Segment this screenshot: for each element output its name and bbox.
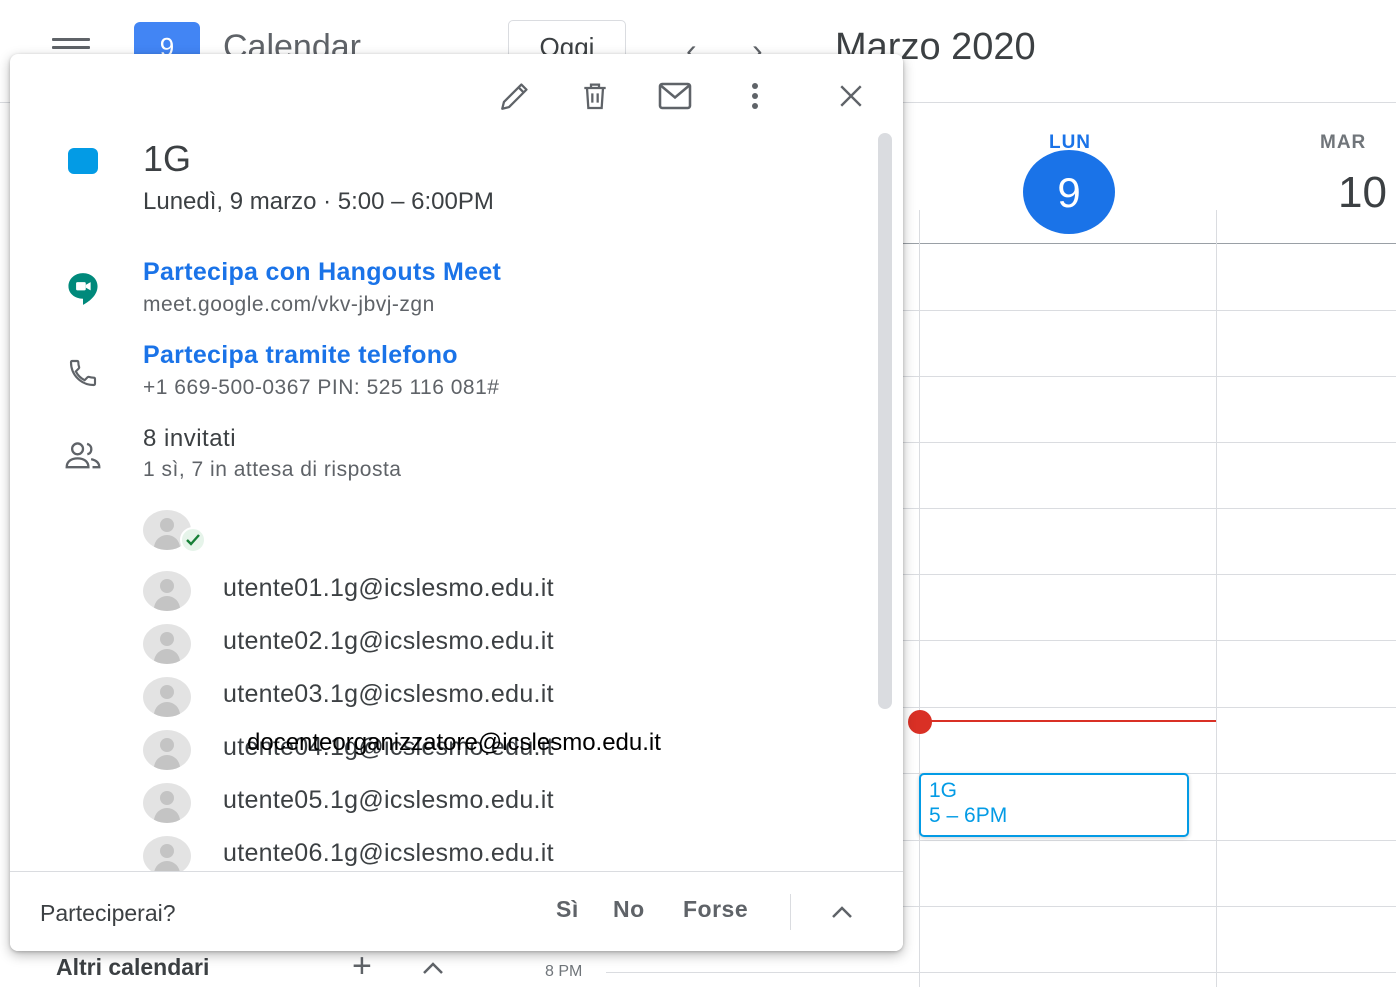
delete-icon[interactable]: [575, 76, 615, 116]
collapse-other-calendars-icon[interactable]: [421, 955, 445, 983]
guest-avatar[interactable]: [143, 783, 191, 823]
grid-hour-line: [903, 310, 1396, 311]
grid-hour-line: [903, 508, 1396, 509]
join-meet-link[interactable]: Partecipa con Hangouts Meet: [143, 258, 501, 287]
day-number-mon[interactable]: 9: [1023, 150, 1115, 234]
grid-hour-line: [606, 972, 1396, 973]
day-number-tue[interactable]: 10: [1338, 168, 1387, 218]
event-block-time: 5 – 6PM: [929, 804, 1008, 827]
event-detail-popup: 1G Lunedì, 9 marzo · 5:00 – 6:00PM Parte…: [10, 54, 903, 951]
email-guests-icon[interactable]: [655, 76, 695, 116]
rsvp-maybe-button[interactable]: Forse: [683, 896, 748, 923]
edit-icon[interactable]: [495, 76, 535, 116]
guest-email[interactable]: utente03.1g@icslesmo.edu.it: [223, 680, 554, 709]
grid-hour-line: [903, 640, 1396, 641]
rsvp-question: Parteciperai?: [40, 900, 176, 926]
grid-hour-line: [903, 442, 1396, 443]
meet-url[interactable]: meet.google.com/vkv-jbvj-zgn: [143, 293, 435, 317]
rsvp-footer: Parteciperai? Sì No Forse: [10, 871, 903, 951]
guest-avatar[interactable]: [143, 677, 191, 717]
phone-icon: [60, 350, 106, 396]
more-options-icon[interactable]: [735, 76, 775, 116]
grid-hour-line: [903, 906, 1396, 907]
hangouts-meet-icon: [60, 266, 106, 312]
guest-avatar[interactable]: [143, 730, 191, 770]
event-color-chip: [68, 148, 98, 174]
add-calendar-icon[interactable]: +: [352, 948, 372, 984]
guest-email[interactable]: utente06.1g@icslesmo.edu.it: [223, 839, 554, 868]
phone-details[interactable]: +1 669-500-0367 PIN: 525 116 081#: [143, 376, 499, 400]
guest-email[interactable]: utente02.1g@icslesmo.edu.it: [223, 627, 554, 656]
calendar-event-1g[interactable]: 1G 5 – 6PM: [919, 773, 1189, 837]
hour-label-8pm: 8 PM: [545, 963, 583, 980]
grid-hour-line: [903, 376, 1396, 377]
current-time-dot: [908, 710, 932, 734]
guest-avatar[interactable]: [143, 571, 191, 611]
guest-email[interactable]: utente01.1g@icslesmo.edu.it: [223, 574, 554, 603]
grid-column-divider: [919, 210, 920, 987]
event-block-title: 1G: [929, 779, 958, 802]
day-label-tue: MAR: [1320, 132, 1367, 153]
grid-hour-line: [903, 574, 1396, 575]
event-title: 1G: [143, 138, 192, 179]
grid-header-divider: [903, 243, 1396, 244]
current-time-line: [920, 720, 1216, 722]
guest-email[interactable]: utente05.1g@icslesmo.edu.it: [223, 786, 554, 815]
close-icon[interactable]: [831, 76, 871, 116]
rsvp-yes-button[interactable]: Sì: [556, 896, 579, 923]
guest-avatar[interactable]: [143, 836, 191, 876]
chevron-up-icon[interactable]: [822, 892, 862, 932]
event-datetime: Lunedì, 9 marzo · 5:00 – 6:00PM: [143, 188, 494, 215]
popup-scrollbar[interactable]: [878, 133, 892, 709]
join-by-phone-link[interactable]: Partecipa tramite telefono: [143, 341, 458, 370]
other-calendars-label: Altri calendari: [56, 954, 210, 980]
guests-count: 8 invitati: [143, 425, 237, 452]
accepted-check-icon: [180, 527, 206, 553]
guests-icon: [60, 432, 106, 478]
rsvp-no-button[interactable]: No: [613, 896, 645, 923]
grid-hour-line: [903, 707, 1396, 708]
guests-rsvp-summary: 1 sì, 7 in attesa di risposta: [143, 458, 402, 481]
organizer-email-annotation: docenteorganizzatore@icslesmo.edu.it: [247, 729, 661, 756]
guest-avatar[interactable]: [143, 624, 191, 664]
rsvp-divider: [790, 894, 791, 930]
grid-column-divider: [1216, 210, 1217, 987]
grid-hour-line: [903, 840, 1396, 841]
